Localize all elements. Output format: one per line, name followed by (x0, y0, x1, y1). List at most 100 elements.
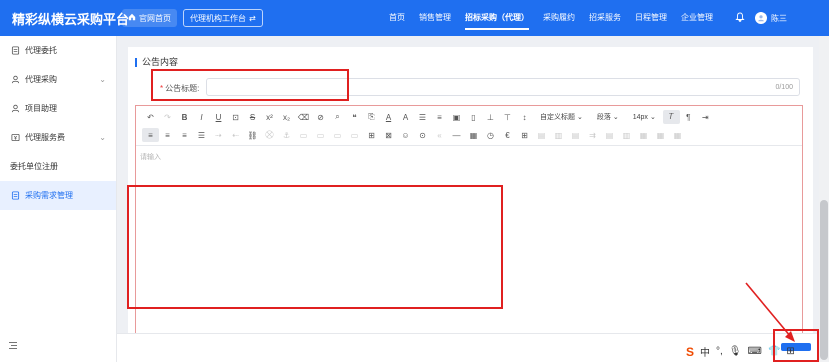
sidebar-item-client-register[interactable]: 委托单位注册 (0, 152, 116, 181)
nav-item-bidding[interactable]: 招标采购（代理） (465, 0, 529, 36)
align-center-icon[interactable]: ≡ (159, 128, 176, 142)
superscript-icon[interactable]: x² (261, 110, 278, 124)
chevron-down-icon: ⌄ (577, 114, 583, 121)
editor-body[interactable]: 请输入 (127, 147, 802, 361)
scrollbar-thumb[interactable] (820, 200, 828, 360)
header-tools: 陈三 (735, 0, 787, 36)
eraser-icon[interactable]: ⌫ (295, 110, 312, 124)
document-icon (10, 191, 20, 201)
text-style-icon[interactable]: ⊡ (227, 110, 244, 124)
clear-format-icon[interactable]: 𝑇 (662, 110, 680, 124)
select-all-icon[interactable]: ▣ (448, 110, 465, 124)
rtl-icon[interactable]: ⇠ (227, 128, 244, 142)
collapse-menu-icon[interactable] (8, 341, 18, 352)
highlight-icon[interactable]: A (397, 110, 414, 124)
undo-icon[interactable]: ↶ (142, 110, 159, 124)
map-icon[interactable]: ⊙ (414, 128, 431, 142)
insert-table-icon[interactable]: ⊞ (516, 128, 533, 142)
font-size-select[interactable]: 14px ⌄ (629, 110, 660, 124)
chevron-down-icon: ⌄ (99, 75, 106, 84)
paragraph-select[interactable]: 段落 ⌄ (593, 110, 623, 124)
special-char-icon[interactable]: € (499, 128, 516, 142)
line-height-icon[interactable]: ↕ (516, 110, 533, 124)
editor-toolbar: ↶ ↷ B I U ⊡ S x² x₂ ⌫ ⊘ ⌕ ❝ ⎘ A A ☰ ≡ ▣ … (136, 106, 802, 146)
page-scrollbar[interactable] (819, 36, 829, 362)
home-button[interactable]: 官网首页 (122, 9, 177, 27)
align-justify-icon[interactable]: ☰ (193, 128, 210, 142)
align-right-icon[interactable]: ≡ (176, 128, 193, 142)
image-float-none-icon[interactable]: ▭ (295, 128, 312, 142)
ltr-icon[interactable]: ⇢ (210, 128, 227, 142)
table-delete-col-icon[interactable]: ▥ (618, 128, 635, 142)
editor-placeholder: 请输入 (140, 154, 161, 161)
bell-icon[interactable] (735, 12, 745, 24)
numbered-list-icon[interactable]: ≡ (431, 110, 448, 124)
multi-image-icon[interactable]: ⊠ (380, 128, 397, 142)
table-delete-row-icon[interactable]: ▤ (601, 128, 618, 142)
row-spacing-top-icon[interactable]: ⊥ (482, 110, 499, 124)
unlink-icon[interactable]: ⛒ (261, 128, 278, 142)
italic-icon[interactable]: I (193, 110, 210, 124)
image-float-left-icon[interactable]: ▭ (312, 128, 329, 142)
nav-item-sales[interactable]: 销售管理 (419, 0, 451, 36)
home-button-label: 官网首页 (139, 13, 171, 23)
nav-item-enterprise[interactable]: 企业管理 (681, 0, 713, 36)
anchor-icon[interactable]: ⚓ (278, 128, 295, 142)
top-navigation-bar: 精彩纵横云采购平台 官网首页 代理机构工作台 ⇄ 首页 销售管理 招标采购（代理… (0, 0, 829, 36)
sidebar-item-agency-fee[interactable]: 代理服务费 ⌄ (0, 123, 116, 152)
blockquote-icon[interactable]: ❝ (346, 110, 363, 124)
table-props-icon[interactable]: ▦ (635, 128, 652, 142)
nav-item-services[interactable]: 招采服务 (589, 0, 621, 36)
custom-title-select[interactable]: 自定义标题 ⌄ (536, 110, 587, 124)
insert-image-icon[interactable]: ⊞ (363, 128, 380, 142)
indent-icon[interactable]: ⇥ (697, 110, 714, 124)
sidebar-item-label: 代理委托 (25, 46, 57, 55)
image-center-icon[interactable]: ▭ (346, 128, 363, 142)
format-painter-icon[interactable]: ⊘ (312, 110, 329, 124)
redo-icon[interactable]: ↷ (159, 110, 176, 124)
table-more-icon[interactable]: ▦ (669, 128, 686, 142)
link-icon[interactable]: ⛓ (244, 128, 261, 142)
table-split-icon[interactable]: ⇉ (584, 128, 601, 142)
time-icon[interactable]: ◷ (482, 128, 499, 142)
row-spacing-bottom-icon[interactable]: ⊤ (499, 110, 516, 124)
bold-icon[interactable]: B (176, 110, 193, 124)
keyboard-icon[interactable]: ⌨ (748, 346, 762, 357)
table-col-icon[interactable]: ▥ (550, 128, 567, 142)
horizontal-rule-icon[interactable]: — (448, 128, 465, 142)
image-float-right-icon[interactable]: ▭ (329, 128, 346, 142)
page-break-icon[interactable]: « (431, 128, 448, 142)
sidebar-item-demand-management[interactable]: 采购需求管理 (0, 181, 116, 210)
font-color-icon[interactable]: A (380, 110, 397, 124)
user-menu[interactable]: 陈三 (755, 12, 787, 24)
subscript-icon[interactable]: x₂ (278, 110, 295, 124)
workbench-switch-button[interactable]: 代理机构工作台 ⇄ (183, 9, 263, 27)
date-icon[interactable]: ▦ (465, 128, 482, 142)
search-replace-icon[interactable]: ⌕ (329, 110, 346, 124)
underline-icon[interactable]: U (210, 110, 227, 124)
toolbar-row-1: ↶ ↷ B I U ⊡ S x² x₂ ⌫ ⊘ ⌕ ❝ ⎘ A A ☰ ≡ ▣ … (142, 110, 714, 124)
microphone-icon[interactable]: 🎙 (729, 346, 742, 357)
sidebar-item-agency-purchase[interactable]: 代理采购 ⌄ (0, 65, 116, 94)
sidebar-item-label: 代理采购 (25, 75, 57, 84)
sidebar-item-label: 项目助理 (25, 104, 57, 113)
blank-page-icon[interactable]: ▯ (465, 110, 482, 124)
nav-item-home[interactable]: 首页 (389, 0, 405, 36)
bullet-list-icon[interactable]: ☰ (414, 110, 431, 124)
nav-item-performance[interactable]: 采购履约 (543, 0, 575, 36)
chevron-down-icon: ⌄ (612, 114, 619, 121)
align-left-icon[interactable]: ≡ (142, 128, 159, 142)
chinese-mode-icon[interactable]: 中 (700, 344, 710, 359)
sidebar-item-project-assistant[interactable]: 项目助理 (0, 94, 116, 123)
sidebar-item-agency-entrust[interactable]: 代理委托 (0, 36, 116, 65)
table-row-icon[interactable]: ▤ (533, 128, 550, 142)
paste-icon[interactable]: ⎘ (363, 110, 380, 124)
table-cell-icon[interactable]: ▦ (652, 128, 669, 142)
strikethrough-icon[interactable]: S (244, 110, 261, 124)
table-merge-icon[interactable]: ▤ (567, 128, 584, 142)
paragraph-mark-icon[interactable]: ¶ (680, 110, 697, 124)
punctuation-icon[interactable]: °, (716, 346, 723, 357)
emoji-icon[interactable]: ☺ (397, 128, 414, 142)
nav-item-schedule[interactable]: 日程管理 (635, 0, 667, 36)
title-char-counter: 0/100 (775, 84, 793, 91)
